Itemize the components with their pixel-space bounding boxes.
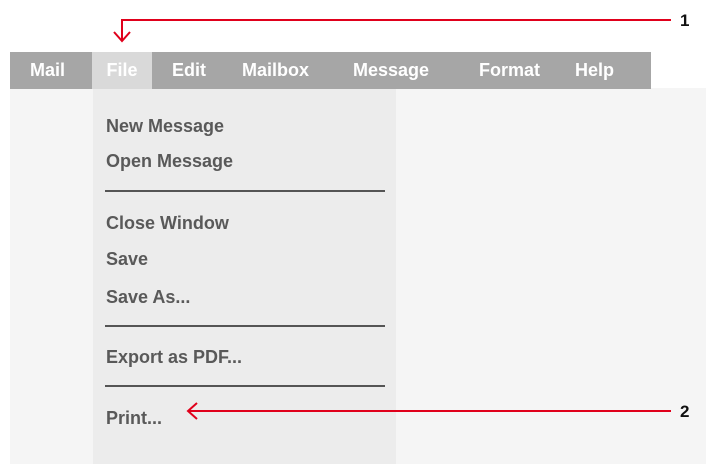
- annotation-arrows: [113, 19, 671, 420]
- callout-2-label: 2: [680, 402, 690, 421]
- callout-1-arrow: [121, 19, 671, 40]
- callout-1-label: 1: [680, 11, 690, 30]
